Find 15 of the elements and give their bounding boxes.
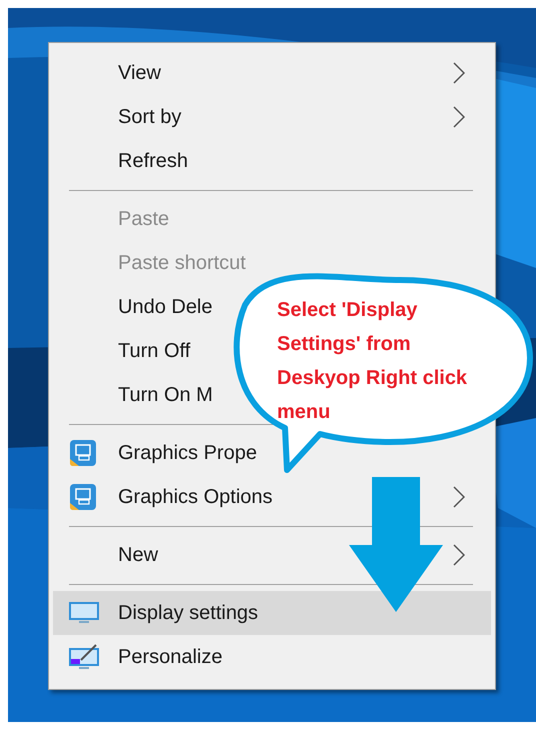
menu-item[interactable]: Sort by bbox=[49, 95, 495, 139]
chevron-right-icon bbox=[453, 62, 465, 84]
callout-text: Select 'Display Settings' from Deskyop Right click menu bbox=[277, 298, 468, 425]
menu-item[interactable]: Refresh bbox=[49, 139, 495, 183]
menu-item[interactable]: Display settings bbox=[53, 591, 491, 635]
graphics-icon bbox=[69, 483, 97, 511]
menu-item[interactable]: New bbox=[49, 533, 495, 577]
menu-item[interactable]: Graphics Prope bbox=[49, 431, 495, 475]
chevron-right-icon bbox=[453, 106, 465, 128]
graphics-icon bbox=[69, 439, 97, 467]
menu-item[interactable]: View bbox=[49, 51, 495, 95]
chevron-right-icon bbox=[453, 486, 465, 508]
menu-item[interactable]: Personalize bbox=[49, 635, 495, 679]
monitor-icon bbox=[69, 602, 99, 624]
chevron-right-icon bbox=[453, 544, 465, 566]
